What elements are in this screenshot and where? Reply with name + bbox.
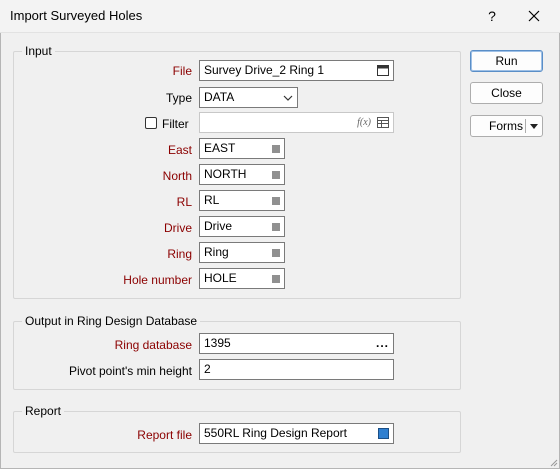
output-group-label: Output in Ring Design Database — [22, 314, 201, 328]
ring-database-label: Ring database — [114, 338, 192, 352]
ring-field[interactable]: Ring — [199, 242, 285, 263]
expression-icon[interactable]: f(x) — [357, 113, 371, 132]
file-picker-icon[interactable] — [377, 65, 389, 76]
list-icon[interactable] — [272, 145, 280, 153]
pivot-min-height-value: 2 — [204, 362, 211, 376]
list-icon[interactable] — [272, 171, 280, 179]
ring-value: Ring — [204, 245, 229, 259]
type-value: DATA — [204, 90, 235, 104]
file-value: Survey Drive_2 Ring 1 — [204, 63, 325, 77]
north-label: North — [162, 169, 192, 183]
browse-button[interactable]: ... — [376, 334, 389, 353]
close-button[interactable]: Close — [470, 82, 543, 104]
filter-label: Filter — [162, 117, 189, 131]
file-field[interactable]: Survey Drive_2 Ring 1 — [199, 60, 394, 81]
forms-split-divider — [525, 119, 526, 133]
north-value: NORTH — [204, 167, 247, 181]
report-file-value: 550RL Ring Design Report — [204, 426, 347, 440]
close-window-button[interactable] — [524, 6, 544, 26]
ring-label: Ring — [167, 247, 192, 261]
chevron-down-icon — [283, 95, 293, 101]
ring-database-field[interactable]: 1395 ... — [199, 333, 394, 354]
ring-database-value: 1395 — [204, 336, 231, 350]
list-icon[interactable] — [272, 275, 280, 283]
report-file-field[interactable]: 550RL Ring Design Report — [199, 423, 394, 444]
title-bar: Import Surveyed Holes ? — [0, 0, 560, 33]
type-select[interactable]: DATA — [199, 87, 298, 108]
file-label: File — [172, 64, 192, 78]
filter-field[interactable]: f(x) — [199, 112, 394, 133]
hole-number-value: HOLE — [204, 271, 237, 285]
help-button[interactable]: ? — [482, 6, 502, 26]
pivot-min-height-label: Pivot point's min height — [68, 364, 192, 378]
rl-field[interactable]: RL — [199, 190, 285, 211]
drive-label: Drive — [163, 221, 192, 235]
input-group-label: Input — [22, 44, 55, 58]
type-label: Type — [165, 91, 192, 105]
hole-number-label: Hole number — [123, 273, 192, 287]
forms-button-label: Forms — [489, 119, 523, 133]
east-value: EAST — [204, 141, 236, 155]
window-title: Import Surveyed Holes — [10, 8, 143, 23]
chevron-down-icon[interactable] — [530, 124, 538, 129]
list-icon[interactable] — [272, 249, 280, 257]
hole-number-field[interactable]: HOLE — [199, 268, 285, 289]
pivot-min-height-field[interactable]: 2 — [199, 359, 394, 380]
rl-value: RL — [204, 193, 220, 207]
report-file-label: Report file — [137, 428, 192, 442]
run-button[interactable]: Run — [470, 50, 543, 72]
filter-checkbox[interactable] — [145, 117, 157, 129]
north-field[interactable]: NORTH — [199, 164, 285, 185]
east-label: East — [167, 143, 192, 157]
list-icon[interactable] — [272, 197, 280, 205]
list-icon[interactable] — [272, 223, 280, 231]
color-swatch-icon[interactable] — [378, 428, 389, 439]
table-icon[interactable] — [377, 117, 389, 128]
drive-value: Drive — [204, 219, 233, 233]
drive-field[interactable]: Drive — [199, 216, 285, 237]
report-group-label: Report — [22, 404, 65, 418]
rl-label: RL — [176, 195, 192, 209]
forms-button[interactable]: Forms — [470, 115, 543, 137]
resize-grip-icon[interactable] — [548, 457, 558, 467]
east-field[interactable]: EAST — [199, 138, 285, 159]
close-icon — [528, 10, 540, 22]
